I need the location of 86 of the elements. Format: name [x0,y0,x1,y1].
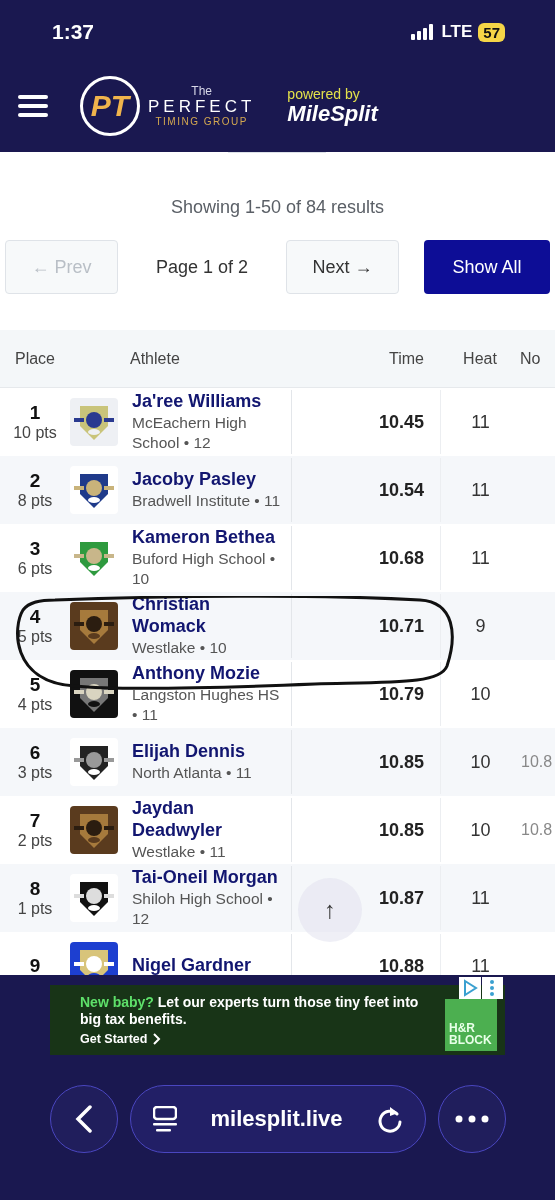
points-label: 4 pts [17,696,53,714]
address-bar[interactable]: milesplit.live [129,1085,426,1153]
time-value: 10.71 [377,615,425,637]
menu-icon[interactable] [18,95,48,117]
ad-headline: New baby? Let our experts turn those tiny feet into big tax benefits. [80,994,420,1028]
column-header: No [520,349,542,368]
place-number: 4 [29,606,41,628]
athlete-name[interactable]: Nigel Gardner [132,955,281,975]
heat-value: 10 [440,662,520,726]
logo-text: The [191,84,212,98]
place-number: 7 [29,810,41,832]
school-label: Westlake • 11 [132,841,227,862]
school-label: McEachern High School • 12 [132,412,248,453]
time-value: 10.79 [377,683,425,705]
reload-icon[interactable] [376,1105,403,1133]
ad-banner[interactable]: New baby? Let our experts turn those tiny feet into big tax benefits. Get Started H&R BLOCK [50,985,505,1055]
school-label: Langston Hughes HS • 11 [132,684,281,725]
logo-title: PERFECT [148,97,256,117]
heat-value: 11 [440,458,520,522]
signal-icon [411,24,436,40]
column-header: Time [388,349,425,368]
table-cell-text: 10.8 [520,753,554,771]
place-number: 8 [29,878,41,900]
table-cell-text: 10.8 [520,821,554,839]
scroll-top-button[interactable]: ↑ [298,878,362,942]
points-label: 3 pts [17,764,53,782]
place-number: 9 [29,955,41,975]
chevron-right-icon [153,1032,162,1045]
points-label: 2 pts [17,832,53,850]
athlete-name[interactable]: Jaydan Deadwyler [132,798,281,842]
show-all-button[interactable]: Show All [424,240,550,294]
heat-value: 11 [440,526,520,590]
school-label: Shiloh High School • 12 [132,888,274,929]
points-label: 6 pts [17,560,53,578]
heat-value: 11 [440,390,520,454]
powered-by-label: powered by [287,87,361,103]
place-number: 5 [29,674,41,696]
column-header: Heat [462,349,498,368]
place-number: 3 [29,538,41,560]
points-label: 5 pts [17,628,53,646]
school-label: Bradwell Institute • 11 [132,490,281,511]
ad-choices-icon[interactable] [459,977,503,999]
points-label: 10 pts [13,424,57,442]
athlete-name[interactable]: Anthony Mozie [132,663,281,685]
heat-value: 10 [440,730,520,794]
athlete-name[interactable]: Christian Womack [132,594,281,638]
url-text: milesplit.live [210,1106,343,1132]
battery-level: 57 [478,22,505,42]
time-value: 10.54 [377,479,425,501]
more-icon [454,1115,489,1123]
next-button[interactable]: Next → [286,240,400,294]
page-indicator: Page 1 of 2 [156,256,249,278]
place-number: 2 [29,470,41,492]
time-value: 10.88 [377,955,425,975]
column-header: Place [14,349,56,368]
tabs-icon[interactable] [152,1106,177,1132]
logo-emblem: PT [80,76,140,136]
get-started-link[interactable]: Get Started [80,1031,435,1046]
logo-subtitle: TIMING GROUP [155,116,248,128]
place-number: 6 [29,742,41,764]
time-value: 10.45 [377,411,425,433]
back-icon [74,1105,93,1133]
results-summary: Showing 1-50 of 84 results [169,197,386,218]
clock-time: 1:37 [52,20,95,44]
athlete-name[interactable]: Jacoby Pasley [132,469,281,491]
partner-logo: MileSplit [287,102,378,125]
athlete-name[interactable]: Kameron Bethea [132,527,281,549]
place-number: 1 [29,402,41,424]
network-label: LTE [441,22,473,42]
athlete-name[interactable]: Tai-Oneil Morgan [132,867,281,889]
points-label: 1 pts [17,900,53,918]
athlete-name[interactable]: Elijah Dennis [132,741,281,763]
school-label: North Atlanta • 11 [132,762,253,783]
school-label: Buford High School • 10 [132,548,277,589]
points-label: 8 pts [17,492,53,510]
time-value: 10.85 [377,751,425,773]
column-header: Athlete [130,349,181,368]
heat-value: 11 [440,866,520,930]
heat-value: 9 [440,594,520,658]
athlete-name[interactable]: Ja'ree Williams [132,391,281,413]
school-label: Westlake • 10 [132,637,228,658]
time-value: 10.68 [377,547,425,569]
time-value: 10.85 [377,819,425,841]
time-value: 10.87 [377,887,425,909]
heat-value: 10 [440,798,520,862]
brand-logo: H&R BLOCK [445,999,497,1051]
